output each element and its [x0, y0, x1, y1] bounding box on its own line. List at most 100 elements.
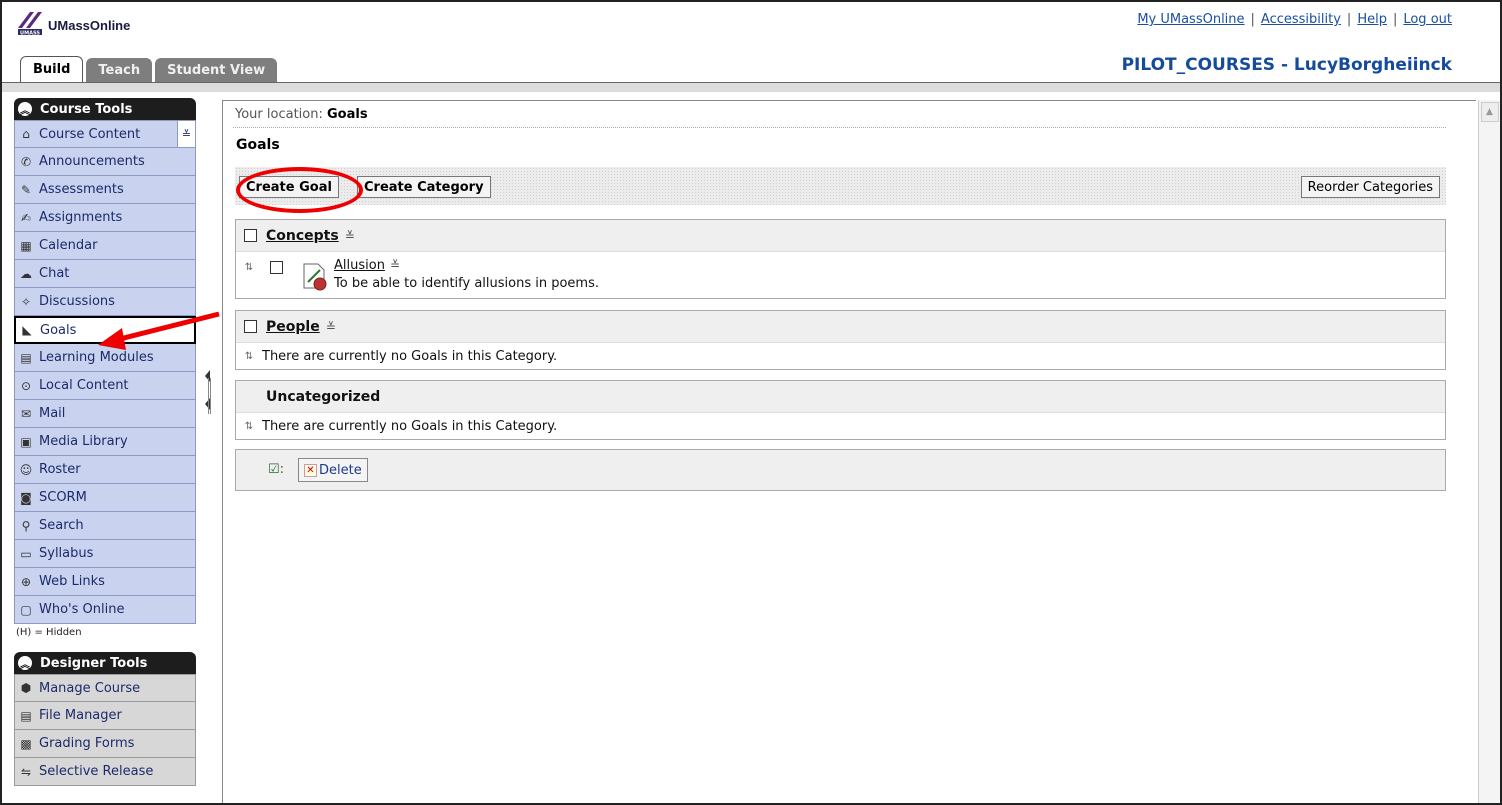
menu-icon[interactable]: ≚: [345, 229, 355, 243]
weblinks-icon: ⊕: [20, 574, 32, 589]
sidebar: ︽ Course Tools ⌂ Course Content ≚ ✆ Announce…: [14, 98, 196, 786]
sidebar-item-goals[interactable]: ◣ Goals: [14, 316, 196, 344]
drag-handle-icon[interactable]: ⇅: [242, 260, 256, 274]
sidebar-item-label: Learning Modules: [39, 350, 154, 365]
my-umassonline-link[interactable]: My UMassOnline: [1137, 12, 1244, 27]
svg-text:UMASS: UMASS: [20, 31, 40, 37]
whos-online-icon: ▢: [20, 602, 32, 617]
sidebar-item-label: Grading Forms: [39, 736, 135, 751]
drag-handle-icon[interactable]: ⇅: [242, 349, 256, 363]
sidebar-item-calendar[interactable]: ▦ Calendar: [14, 232, 196, 260]
calendar-icon: ▦: [20, 238, 32, 253]
main-content: Your location: Goals Goals Create Goal C…: [222, 100, 1476, 803]
designer-tools-list: ⬢ Manage Course ▤ File Manager ▩ Grading Form…: [14, 674, 196, 786]
help-link[interactable]: Help: [1357, 12, 1387, 27]
sidebar-item-assessments[interactable]: ✎ Assessments: [14, 176, 196, 204]
sidebar-item-manage-course[interactable]: ⬢ Manage Course: [14, 674, 196, 702]
delete-button[interactable]: ✕ Delete: [298, 458, 368, 482]
sidebar-item-local-content[interactable]: ⊙ Local Content: [14, 372, 196, 400]
sidebar-item-who-s-online[interactable]: ▢ Who's Online: [14, 596, 196, 624]
bulk-actions-bar: ☑: ✕ Delete: [235, 449, 1446, 491]
collapse-icon[interactable]: ︽: [18, 102, 32, 117]
file-manager-icon: ▤: [20, 708, 32, 723]
manage-course-icon: ⬢: [20, 681, 32, 695]
scroll-up-icon[interactable]: ▲: [1480, 102, 1499, 122]
sidebar-item-web-links[interactable]: ⊕ Web Links: [14, 568, 196, 596]
sidebar-item-course-content[interactable]: ⌂ Course Content ≚: [14, 120, 196, 148]
logo-text: UMassOnline: [48, 18, 131, 33]
syllabus-icon: ▭: [20, 546, 32, 561]
tab-student-view[interactable]: Student View: [155, 58, 278, 82]
mode-tabs: Build Teach Student View: [20, 56, 280, 82]
designer-tools-header[interactable]: ︽ Designer Tools: [14, 652, 196, 674]
reorder-categories-button[interactable]: Reorder Categories: [1300, 176, 1440, 198]
category-name-link[interactable]: Concepts: [266, 228, 339, 244]
log-out-link[interactable]: Log out: [1403, 12, 1452, 27]
sidebar-item-label: Goals: [40, 322, 77, 338]
menu-icon[interactable]: ≚: [326, 320, 336, 334]
goal-link[interactable]: Allusion: [334, 258, 385, 273]
sidebar-item-announcements[interactable]: ✆ Announcements: [14, 148, 196, 176]
sidebar-collapse-handle[interactable]: [205, 370, 213, 430]
location-label: Your location:: [235, 107, 323, 122]
mail-icon: ✉: [20, 406, 32, 421]
goal-checkbox[interactable]: [270, 261, 283, 274]
create-goal-button[interactable]: Create Goal: [239, 176, 339, 198]
category-uncategorized: Uncategorized ⇅ There are currently no G…: [235, 380, 1446, 440]
umassonline-logo: UMASS UMassOnline: [16, 10, 131, 37]
sidebar-item-label: Who's Online: [39, 602, 125, 617]
goals-icon: ◣: [22, 323, 32, 337]
sidebar-item-syllabus[interactable]: ▭ Syllabus: [14, 540, 196, 568]
course-tools-list: ⌂ Course Content ≚ ✆ Announcements ✎ Assessmen…: [14, 120, 196, 624]
sidebar-item-label: Assessments: [39, 182, 124, 197]
sidebar-item-discussions[interactable]: ✧ Discussions: [14, 288, 196, 316]
sidebar-item-search[interactable]: ⚲ Search: [14, 512, 196, 540]
chevron-down-icon[interactable]: ≚: [177, 121, 195, 147]
create-category-button[interactable]: Create Category: [357, 176, 491, 198]
sidebar-item-file-manager[interactable]: ▤ File Manager: [14, 702, 196, 730]
check-all-icon[interactable]: ☑:: [268, 462, 284, 477]
sidebar-item-selective-release[interactable]: ⇋ Selective Release: [14, 758, 196, 786]
category-checkbox[interactable]: [244, 320, 257, 333]
sidebar-item-label: Assignments: [39, 210, 123, 225]
sidebar-item-media-library[interactable]: ▣ Media Library: [14, 428, 196, 456]
menu-icon[interactable]: ≚: [390, 258, 400, 272]
delete-icon: ✕: [304, 463, 317, 477]
sidebar-item-label: Web Links: [39, 574, 105, 589]
module-icon: ▤: [20, 350, 32, 365]
sidebar-item-label: Search: [39, 518, 84, 533]
drag-handle-icon[interactable]: ⇅: [242, 419, 256, 433]
roster-icon: ☺: [19, 462, 33, 477]
sidebar-item-label: Media Library: [39, 434, 128, 449]
category-checkbox[interactable]: [244, 229, 257, 242]
accessibility-link[interactable]: Accessibility: [1261, 12, 1341, 27]
sidebar-item-grading-forms[interactable]: ▩ Grading Forms: [14, 730, 196, 758]
sidebar-item-label: Local Content: [39, 378, 129, 393]
selective-release-icon: ⇋: [20, 764, 32, 779]
designer-tools-panel: ︽ Designer Tools ⬢ Manage Course ▤ File Man…: [14, 652, 196, 786]
course-tools-header[interactable]: ︽ Course Tools: [14, 98, 196, 120]
sidebar-item-mail[interactable]: ✉ Mail: [14, 400, 196, 428]
home-icon: ⌂: [22, 127, 30, 141]
empty-message: There are currently no Goals in this Cat…: [262, 419, 558, 434]
sidebar-item-label: SCORM: [39, 490, 87, 505]
delete-label: Delete: [319, 462, 362, 478]
hidden-note: (H) = Hidden: [16, 627, 82, 638]
vertical-scrollbar[interactable]: ▲: [1478, 100, 1500, 803]
sidebar-item-scorm[interactable]: ◙ SCORM: [14, 484, 196, 512]
collapse-icon[interactable]: ︽: [18, 656, 32, 671]
sidebar-item-roster[interactable]: ☺ Roster: [14, 456, 196, 484]
local-content-icon: ⊙: [20, 378, 32, 393]
tab-teach[interactable]: Teach: [86, 58, 153, 82]
category-people: People ≚ ⇅ There are currently no Goals …: [235, 310, 1446, 370]
category-name-link[interactable]: People: [266, 319, 320, 335]
sidebar-item-label: Roster: [39, 462, 81, 477]
sidebar-item-label: Selective Release: [39, 764, 154, 779]
sidebar-item-assignments[interactable]: ✍ Assignments: [14, 204, 196, 232]
sidebar-item-learning-modules[interactable]: ▤ Learning Modules: [14, 344, 196, 372]
page-title: Goals: [236, 137, 280, 153]
goal-icon: [302, 262, 328, 292]
sidebar-item-chat[interactable]: ☁ Chat: [14, 260, 196, 288]
chat-icon: ☁: [20, 266, 32, 281]
tab-build[interactable]: Build: [20, 56, 84, 82]
